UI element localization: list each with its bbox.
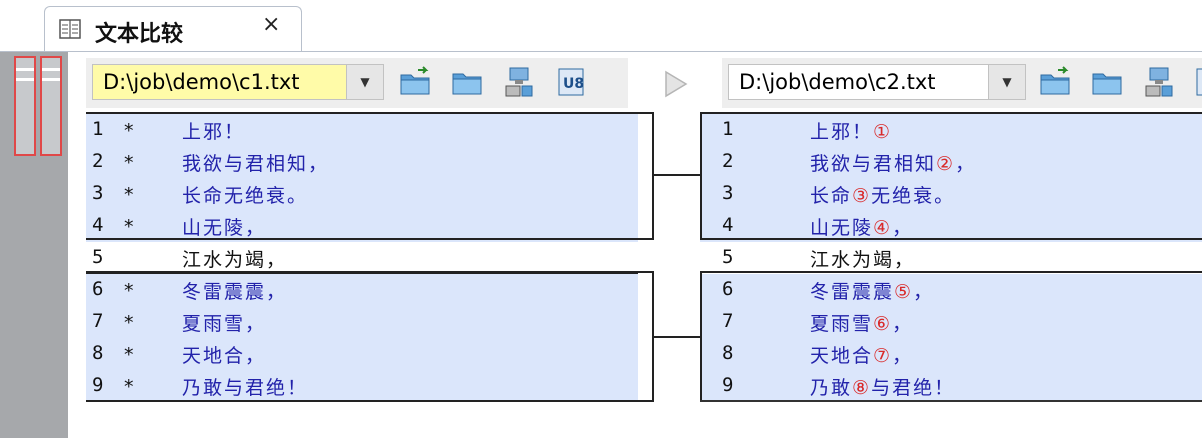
chevron-down-icon[interactable]: ▼ [346, 65, 383, 99]
left-toolbar: D:\job\demo\c1.txt ▼ U8 [86, 58, 628, 108]
right-file-select[interactable]: D:\job\demo\c2.txt ▼ [728, 64, 1026, 100]
diff-overview-bar[interactable] [0, 52, 68, 438]
encoding-icon[interactable] [1192, 66, 1202, 98]
diff-connector-2 [652, 336, 702, 338]
right-line-5[interactable]: 5 江水为竭， [700, 242, 1202, 274]
diff-block-outline-2 [86, 271, 654, 402]
left-file-path: D:\job\demo\c1.txt [103, 70, 300, 94]
svg-text:U8: U8 [563, 76, 584, 92]
left-line-5[interactable]: 5 江水为竭， [86, 242, 638, 274]
diff-block-outline-2 [700, 271, 1202, 402]
right-text-pane[interactable]: 1 上邪！① 2 我欲与君相知②， 3 长命③无绝衰。 4 山无陵④， 5 江水为竭， 6… [700, 110, 1202, 438]
tab-close-button[interactable]: × [262, 14, 280, 36]
encoding-icon[interactable]: U8 [554, 66, 588, 98]
pane-bottom-rule [700, 400, 1202, 402]
document-compare-icon [59, 19, 81, 39]
overview-marker-left[interactable] [14, 56, 36, 156]
right-file-path: D:\job\demo\c2.txt [739, 70, 936, 94]
left-file-select[interactable]: D:\job\demo\c1.txt ▼ [92, 64, 384, 100]
right-toolbar: D:\job\demo\c2.txt ▼ [722, 58, 1202, 108]
open-folder-icon[interactable] [1038, 66, 1072, 98]
diff-block-outline-1 [86, 112, 654, 240]
folder-icon[interactable] [450, 66, 484, 98]
folder-icon[interactable] [1090, 66, 1124, 98]
tab-strip: 文本比较 × [0, 0, 1202, 52]
play-icon[interactable] [660, 68, 692, 100]
tab-divider [0, 51, 1202, 52]
open-folder-icon[interactable] [398, 66, 432, 98]
network-save-icon[interactable] [502, 66, 536, 98]
diff-connector-1 [652, 174, 702, 176]
network-save-icon[interactable] [1142, 66, 1176, 98]
diff-block-outline-1 [700, 112, 1202, 240]
left-text-pane[interactable]: 1 * 上邪！ 2 * 我欲与君相知， 3 * 长命无绝衰。 4 * 山无陵， 5 江水为竭， 6… [86, 110, 654, 438]
tab-title: 文本比较 [95, 22, 184, 47]
chevron-down-icon[interactable]: ▼ [988, 65, 1025, 99]
overview-marker-right[interactable] [40, 56, 62, 156]
